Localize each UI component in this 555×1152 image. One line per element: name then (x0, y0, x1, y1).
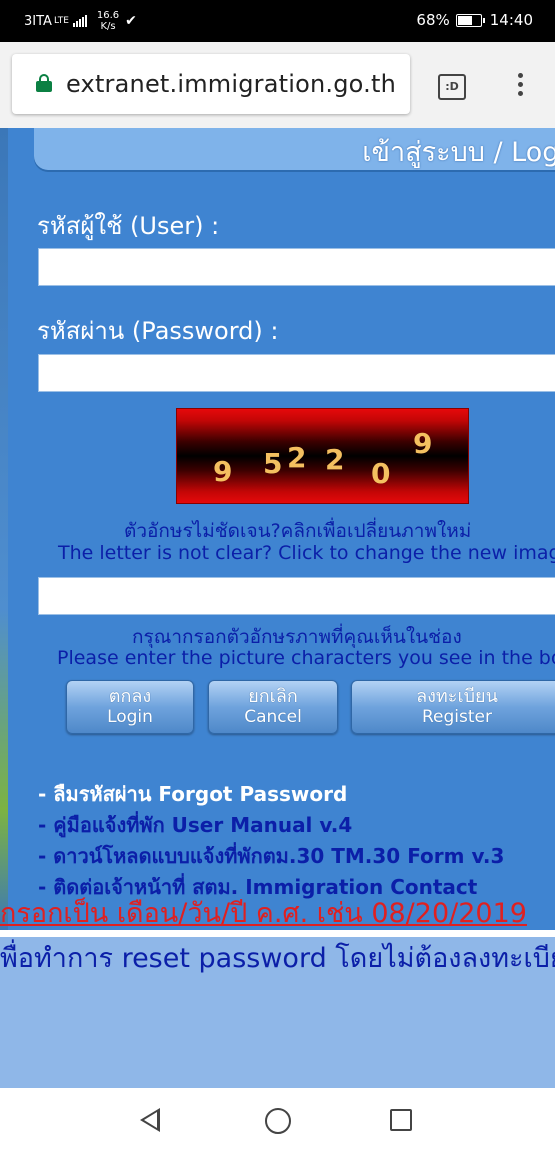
status-bar: 3ITA LTE 16.6 K/s ✔ 68% 14:40 (0, 0, 555, 42)
battery-icon (455, 13, 485, 27)
captcha-digit: 2 (325, 443, 345, 476)
captcha-input[interactable] (38, 577, 555, 615)
enter-hint-en: Please enter the picture characters you … (57, 647, 555, 669)
overflow-menu-icon[interactable] (510, 70, 530, 104)
captcha-digit: 9 (213, 455, 233, 488)
page-title: เข้าสู่ระบบ / Login (362, 137, 555, 168)
speed-value: 16.6 (96, 10, 120, 21)
signal-icon (72, 15, 87, 27)
tm30-form-link[interactable]: - ดาวน์โหลดแบบแจ้งที่พักตม.30 TM.30 Form… (38, 841, 504, 872)
address-bar[interactable]: extranet.immigration.go.th (12, 54, 410, 114)
login-button-th: ตกลง (108, 686, 152, 707)
system-nav-bar (0, 1088, 555, 1152)
cancel-button-en: Cancel (244, 707, 302, 727)
login-button-en: Login (107, 707, 153, 727)
captcha-hint-en[interactable]: The letter is not clear? Click to change… (58, 542, 555, 564)
user-input[interactable] (38, 248, 555, 286)
check-icon: ✔ (125, 13, 137, 29)
web-page: เข้าสู่ระบบ / Login รหัสผู้ใช้ (User) : … (0, 128, 555, 1088)
password-label: รหัสผ่าน (Password) : (37, 317, 279, 345)
captcha-digit: 5 (263, 447, 283, 480)
password-input[interactable] (38, 354, 555, 392)
forgot-password-link[interactable]: - ลืมรหัสผ่าน Forgot Password (38, 779, 504, 810)
back-icon[interactable] (140, 1108, 160, 1132)
login-panel: เข้าสู่ระบบ / Login รหัสผู้ใช้ (User) : … (8, 128, 555, 930)
home-icon[interactable] (265, 1108, 291, 1134)
register-button[interactable]: ลงทะเบียน Register (351, 680, 555, 734)
page-side-strip (0, 128, 8, 930)
battery-percent: 68% (416, 11, 450, 29)
user-label: รหัสผู้ใช้ (User) : (37, 212, 220, 240)
browser-toolbar: extranet.immigration.go.th :D (0, 42, 555, 128)
screen: 3ITA LTE 16.6 K/s ✔ 68% 14:40 extranet.i… (0, 0, 555, 1152)
url-text[interactable]: extranet.immigration.go.th (66, 70, 396, 98)
login-button[interactable]: ตกลง Login (66, 680, 194, 734)
help-links: - ลืมรหัสผ่าน Forgot Password - คู่มือแจ… (38, 779, 504, 903)
network-type: LTE (53, 16, 69, 26)
captcha-image[interactable]: 9 5 2 2 0 9 (176, 408, 469, 504)
tab-switcher-button[interactable]: :D (438, 74, 466, 100)
recent-apps-icon[interactable] (390, 1109, 412, 1131)
speed-unit: K/s (100, 21, 116, 32)
reset-password-notice: พื่อทำการ reset password โดยไม่ต้องลงทะเ… (0, 943, 555, 974)
captcha-digit: 9 (413, 427, 433, 460)
register-button-en: Register (422, 707, 492, 727)
captcha-digit: 2 (287, 441, 307, 474)
login-title-bar: เข้าสู่ระบบ / Login (34, 128, 555, 170)
cancel-button-th: ยกเลิก (248, 686, 298, 707)
register-button-th: ลงทะเบียน (416, 686, 498, 707)
cancel-button[interactable]: ยกเลิก Cancel (208, 680, 338, 734)
captcha-digit: 0 (371, 457, 391, 490)
carrier-label: 3ITA (24, 13, 52, 29)
date-format-notice: กรอกเป็น เดือน/วัน/ปี ค.ศ. เช่น 08/20/20… (0, 898, 527, 929)
lock-icon (36, 74, 52, 92)
clock: 14:40 (489, 11, 533, 29)
user-manual-link[interactable]: - คู่มือแจ้งที่พัก User Manual v.4 (38, 810, 504, 841)
battery-level (457, 15, 473, 25)
